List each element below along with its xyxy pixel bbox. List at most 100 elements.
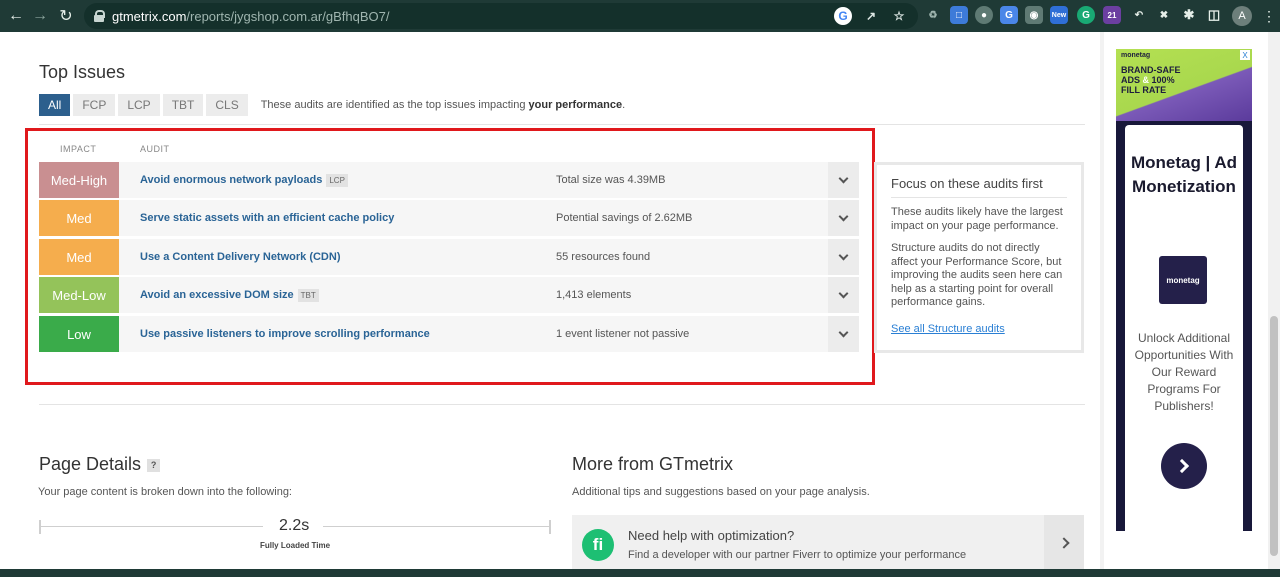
browser-menu-icon[interactable]: ⋮ (1262, 8, 1276, 25)
fiverr-card[interactable]: fi Need help with optimization? Find a d… (572, 515, 1084, 571)
audit-name-text: Serve static assets with an efficient ca… (140, 212, 395, 224)
impact-badge: Med (39, 239, 119, 275)
ad-headline-percent: 100% (1151, 75, 1175, 85)
profile-avatar[interactable]: A (1232, 6, 1252, 26)
scrollbar-thumb[interactable] (1270, 316, 1278, 556)
fiverr-logo-icon: fi (582, 529, 614, 561)
audit-detail: 1,413 elements (556, 289, 632, 301)
ad-cta-button[interactable] (1161, 443, 1207, 489)
column-header-impact: IMPACT (60, 144, 97, 154)
monetag-ad[interactable]: monetag X BRAND-SAFE ADS & 100% FILL RAT… (1116, 49, 1252, 531)
google-icon[interactable]: G (834, 7, 852, 25)
lock-icon (94, 10, 105, 22)
expand-audit-button[interactable] (828, 277, 859, 313)
column-header-audit: AUDIT (140, 144, 170, 154)
extension-doc-icon[interactable]: □ (950, 6, 968, 24)
focus-paragraph-1: These audits likely have the largest imp… (891, 206, 1063, 232)
more-title: More from GTmetrix (572, 454, 734, 474)
tabs-description: These audits are identified as the top i… (261, 99, 625, 111)
extension-count-badge: 21 (1107, 10, 1117, 20)
audit-row[interactable]: Med-High Avoid enormous network payloads L… (39, 162, 859, 198)
impact-badge: Med-Low (39, 277, 119, 313)
ad-close-icon[interactable]: X (1240, 50, 1250, 60)
impact-badge: Low (39, 316, 119, 352)
ad-headline-line1: BRAND-SAFE (1121, 65, 1181, 75)
fiverr-card-description: Find a developer with our partner Fiverr… (628, 549, 967, 561)
expand-audit-button[interactable] (828, 239, 859, 275)
audit-name-link[interactable]: Use passive listeners to improve scrolli… (140, 328, 430, 340)
metric-tag: LCP (326, 173, 348, 187)
browser-toolbar: ← → ↻ gtmetrix.com /reports/jygshop.com.… (0, 0, 1280, 32)
profile-initial: A (1238, 10, 1246, 22)
fully-loaded-label: Fully Loaded Time (259, 541, 331, 550)
timeline-line (41, 526, 263, 527)
expand-audit-button[interactable] (828, 316, 859, 352)
tab-fcp[interactable]: FCP (73, 94, 116, 116)
address-bar[interactable]: gtmetrix.com /reports/jygshop.com.ar/gBf… (84, 3, 918, 29)
extensions-puzzle-icon[interactable]: ✱ (1180, 6, 1198, 24)
url-host: gtmetrix.com (112, 8, 187, 24)
audit-name-link[interactable]: Use a Content Delivery Network (CDN) (140, 251, 341, 263)
reload-icon[interactable]: ↻ (52, 2, 80, 30)
extension-new-badge: New (1051, 11, 1067, 19)
audit-name-text: Use a Content Delivery Network (CDN) (140, 251, 341, 263)
audit-row[interactable]: Med-Low Avoid an excessive DOM size TBT 1,4… (39, 277, 859, 313)
extension-new-icon[interactable]: New (1050, 6, 1068, 24)
bookmark-star-icon[interactable]: ☆ (890, 7, 908, 25)
top-issues-tabs: All FCP LCP TBT CLS These audits are ide… (39, 94, 625, 116)
share-icon[interactable]: ↗ (862, 7, 880, 25)
tabs-description-bold: your performance (528, 99, 623, 111)
url-path: /reports/jygshop.com.ar/gBfhqBO7/ (186, 8, 390, 24)
chevron-down-icon (838, 211, 849, 221)
audit-detail: 1 event listener not passive (556, 328, 690, 340)
tab-all[interactable]: All (39, 94, 71, 116)
divider (39, 404, 1085, 405)
audit-name-link[interactable]: Serve static assets with an efficient ca… (140, 212, 394, 224)
page-details-title-text: Page Details (39, 454, 142, 474)
timeline-end-tick (549, 520, 551, 534)
load-timeline: 2.2s Fully Loaded Time (39, 517, 551, 550)
help-icon[interactable]: ? (147, 458, 161, 472)
chevron-down-icon (838, 173, 849, 183)
extension-grammarly-icon[interactable]: G (1077, 6, 1095, 24)
chevron-down-icon (838, 250, 849, 260)
timeline-start-tick (39, 520, 41, 534)
audit-row[interactable]: Low Use passive listeners to improve scro… (39, 316, 859, 352)
audit-row[interactable]: Med Serve static assets with an efficient… (39, 200, 859, 236)
audit-detail: Total size was 4.39MB (556, 174, 666, 186)
tabs-description-prefix: These audits are identified as the top i… (260, 99, 529, 111)
audit-name-text: Use passive listeners to improve scrolli… (140, 328, 430, 340)
ad-headline-amp: & (1142, 75, 1150, 85)
extension-globe-icon[interactable]: ● (975, 6, 993, 24)
audit-name-text: Avoid an excessive DOM size (140, 289, 294, 301)
tab-tbt[interactable]: TBT (162, 94, 204, 116)
tab-lcp[interactable]: LCP (118, 94, 160, 116)
extension-translate-icon[interactable]: G (1000, 6, 1018, 24)
ad-card-title: Monetag | Ad Monetization (1130, 153, 1238, 196)
audit-name-link[interactable]: Avoid an excessive DOM size TBT (140, 288, 319, 302)
expand-audit-button[interactable] (828, 200, 859, 236)
forward-arrow-icon[interactable]: → (26, 2, 54, 30)
extension-curve-icon[interactable]: ↶ (1130, 6, 1148, 24)
ad-card-text: Unlock Additional Opportunities With Our… (1134, 331, 1234, 413)
extension-counter-icon[interactable]: 21 (1103, 6, 1121, 24)
extension-recycle-icon[interactable]: ♻ (924, 6, 942, 24)
audit-name-text: Avoid enormous network payloads (140, 174, 323, 186)
extension-tool-icon[interactable]: ✖ (1155, 6, 1173, 24)
fiverr-arrow-button[interactable] (1044, 515, 1084, 571)
audit-row[interactable]: Med Use a Content Delivery Network (CDN) 5… (39, 239, 859, 275)
ad-banner: monetag X BRAND-SAFE ADS & 100% FILL RAT… (1116, 49, 1252, 121)
audit-name-link[interactable]: Avoid enormous network payloads LCP (140, 173, 348, 187)
expand-audit-button[interactable] (828, 162, 859, 198)
structure-audits-link[interactable]: See all Structure audits (891, 323, 1005, 335)
monetag-logo: monetag (1159, 256, 1207, 304)
ad-card: Monetag | Ad Monetization monetag Unlock… (1125, 125, 1243, 531)
impact-badge: Med (39, 200, 119, 236)
side-panel-icon[interactable]: ◫ (1205, 6, 1223, 24)
tabs-description-suffix: . (622, 99, 626, 111)
tab-cls[interactable]: CLS (206, 94, 248, 116)
metric-tag: TBT (297, 288, 319, 302)
extension-camera-icon[interactable]: ◉ (1025, 6, 1043, 24)
chevron-down-icon (838, 327, 849, 337)
focus-paragraph-2: Structure audits do not directly affect … (891, 242, 1063, 308)
